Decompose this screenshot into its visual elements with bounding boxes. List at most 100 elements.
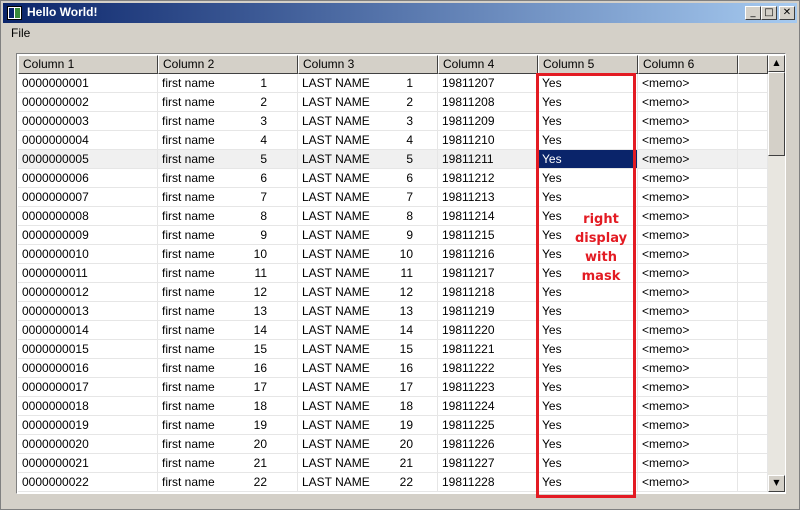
cell-column-4[interactable]: 19811227 [438,454,538,473]
cell-column-6[interactable]: <memo> [638,93,738,112]
cell-column-2[interactable]: first name 8 [158,207,298,226]
cell-column-2[interactable]: first name 3 [158,112,298,131]
cell-column-1[interactable]: 0000000016 [18,359,158,378]
cell-column-1[interactable]: 0000000006 [18,169,158,188]
scroll-down-icon[interactable]: ▼ [768,475,785,492]
maximize-button[interactable]: □ [761,6,777,20]
vertical-scrollbar[interactable]: ▲ ▼ [768,55,785,492]
cell-column-3[interactable]: LAST NAME 7 [298,188,438,207]
cell-column-4[interactable]: 19811209 [438,112,538,131]
cell-column-3[interactable]: LAST NAME 20 [298,435,438,454]
cell-column-5[interactable]: Yes [538,416,638,435]
cell-column-4[interactable]: 19811210 [438,131,538,150]
cell-column-6[interactable]: <memo> [638,226,738,245]
cell-column-3[interactable]: LAST NAME 18 [298,397,438,416]
cell-column-5[interactable]: Yes [538,74,638,93]
cell-column-1[interactable]: 0000000004 [18,131,158,150]
cell-column-2[interactable]: first name 14 [158,321,298,340]
cell-column-3[interactable]: LAST NAME 6 [298,169,438,188]
table-row[interactable]: 0000000001 first name 1 LAST NAME 1 19811207 Y… [18,74,768,93]
cell-column-3[interactable]: LAST NAME 13 [298,302,438,321]
cell-column-1[interactable]: 0000000020 [18,435,158,454]
scroll-up-icon[interactable]: ▲ [768,55,785,72]
scroll-thumb[interactable] [768,72,785,156]
cell-column-4[interactable]: 19811213 [438,188,538,207]
cell-column-5[interactable]: Yes [538,188,638,207]
table-row[interactable]: 0000000016 first name 16 LAST NAME 16 1981122… [18,359,768,378]
cell-column-2[interactable]: first name 1 [158,74,298,93]
cell-column-2[interactable]: first name 6 [158,169,298,188]
cell-column-4[interactable]: 19811217 [438,264,538,283]
column-header-5[interactable]: Column 5 [538,55,638,74]
cell-column-3[interactable]: LAST NAME 9 [298,226,438,245]
cell-column-5[interactable]: Yes [538,112,638,131]
table-row[interactable]: 0000000004 first name 4 LAST NAME 4 19811210 Y… [18,131,768,150]
cell-column-4[interactable]: 19811211 [438,150,538,169]
cell-column-6[interactable]: <memo> [638,131,738,150]
cell-column-5[interactable]: Yes [538,378,638,397]
column-header-2[interactable]: Column 2 [158,55,298,74]
cell-column-1[interactable]: 0000000015 [18,340,158,359]
table-row[interactable]: 0000000012 first name 12 LAST NAME 12 1981121… [18,283,768,302]
cell-column-2[interactable]: first name 12 [158,283,298,302]
table-row[interactable]: 0000000010 first name 10 LAST NAME 10 1981121… [18,245,768,264]
cell-column-4[interactable]: 19811221 [438,340,538,359]
cell-column-5[interactable]: Yes [538,340,638,359]
cell-column-6[interactable]: <memo> [638,340,738,359]
cell-column-1[interactable]: 0000000018 [18,397,158,416]
cell-column-6[interactable]: <memo> [638,112,738,131]
cell-column-2[interactable]: first name 22 [158,473,298,492]
cell-column-2[interactable]: first name 9 [158,226,298,245]
table-row[interactable]: 0000000011 first name 11 LAST NAME 11 1981121… [18,264,768,283]
cell-column-4[interactable]: 19811226 [438,435,538,454]
table-row[interactable]: 0000000018 first name 18 LAST NAME 18 1981122… [18,397,768,416]
cell-column-1[interactable]: 0000000010 [18,245,158,264]
cell-column-3[interactable]: LAST NAME 4 [298,131,438,150]
cell-column-5[interactable]: Yes [538,169,638,188]
cell-column-2[interactable]: first name 4 [158,131,298,150]
column-header-1[interactable]: Column 1 [18,55,158,74]
table-row[interactable]: 0000000017 first name 17 LAST NAME 17 1981122… [18,378,768,397]
table-row[interactable]: 0000000021 first name 21 LAST NAME 21 1981122… [18,454,768,473]
cell-column-1[interactable]: 0000000002 [18,93,158,112]
cell-column-1[interactable]: 0000000005 [18,150,158,169]
cell-column-5[interactable]: Yes [538,473,638,492]
cell-column-1[interactable]: 0000000001 [18,74,158,93]
cell-column-1[interactable]: 0000000003 [18,112,158,131]
cell-column-1[interactable]: 0000000011 [18,264,158,283]
cell-column-6[interactable]: <memo> [638,416,738,435]
cell-column-2[interactable]: first name 19 [158,416,298,435]
column-header-4[interactable]: Column 4 [438,55,538,74]
cell-column-1[interactable]: 0000000013 [18,302,158,321]
cell-column-1[interactable]: 0000000022 [18,473,158,492]
cell-column-6[interactable]: <memo> [638,207,738,226]
cell-column-1[interactable]: 0000000008 [18,207,158,226]
table-row[interactable]: 0000000013 first name 13 LAST NAME 13 1981121… [18,302,768,321]
cell-column-4[interactable]: 19811207 [438,74,538,93]
cell-column-2[interactable]: first name 11 [158,264,298,283]
cell-column-5[interactable]: Yes [538,397,638,416]
cell-column-6[interactable]: <memo> [638,397,738,416]
table-row[interactable]: 0000000006 first name 6 LAST NAME 6 19811212 Y… [18,169,768,188]
menu-file[interactable]: File [11,26,30,40]
cell-column-4[interactable]: 19811212 [438,169,538,188]
cell-column-6[interactable]: <memo> [638,150,738,169]
minimize-button[interactable]: _ [745,6,761,20]
cell-column-4[interactable]: 19811219 [438,302,538,321]
cell-column-3[interactable]: LAST NAME 2 [298,93,438,112]
table-row[interactable]: 0000000003 first name 3 LAST NAME 3 19811209 Y… [18,112,768,131]
cell-column-2[interactable]: first name 16 [158,359,298,378]
cell-column-1[interactable]: 0000000014 [18,321,158,340]
cell-column-4[interactable]: 19811225 [438,416,538,435]
cell-column-6[interactable]: <memo> [638,264,738,283]
cell-column-3[interactable]: LAST NAME 3 [298,112,438,131]
cell-column-5[interactable]: Yes [538,93,638,112]
cell-column-1[interactable]: 0000000009 [18,226,158,245]
cell-column-4[interactable]: 19811216 [438,245,538,264]
cell-column-4[interactable]: 19811223 [438,378,538,397]
cell-column-3[interactable]: LAST NAME 15 [298,340,438,359]
table-row[interactable]: 0000000019 first name 19 LAST NAME 19 1981122… [18,416,768,435]
cell-column-2[interactable]: first name 17 [158,378,298,397]
cell-column-4[interactable]: 19811215 [438,226,538,245]
cell-column-6[interactable]: <memo> [638,283,738,302]
